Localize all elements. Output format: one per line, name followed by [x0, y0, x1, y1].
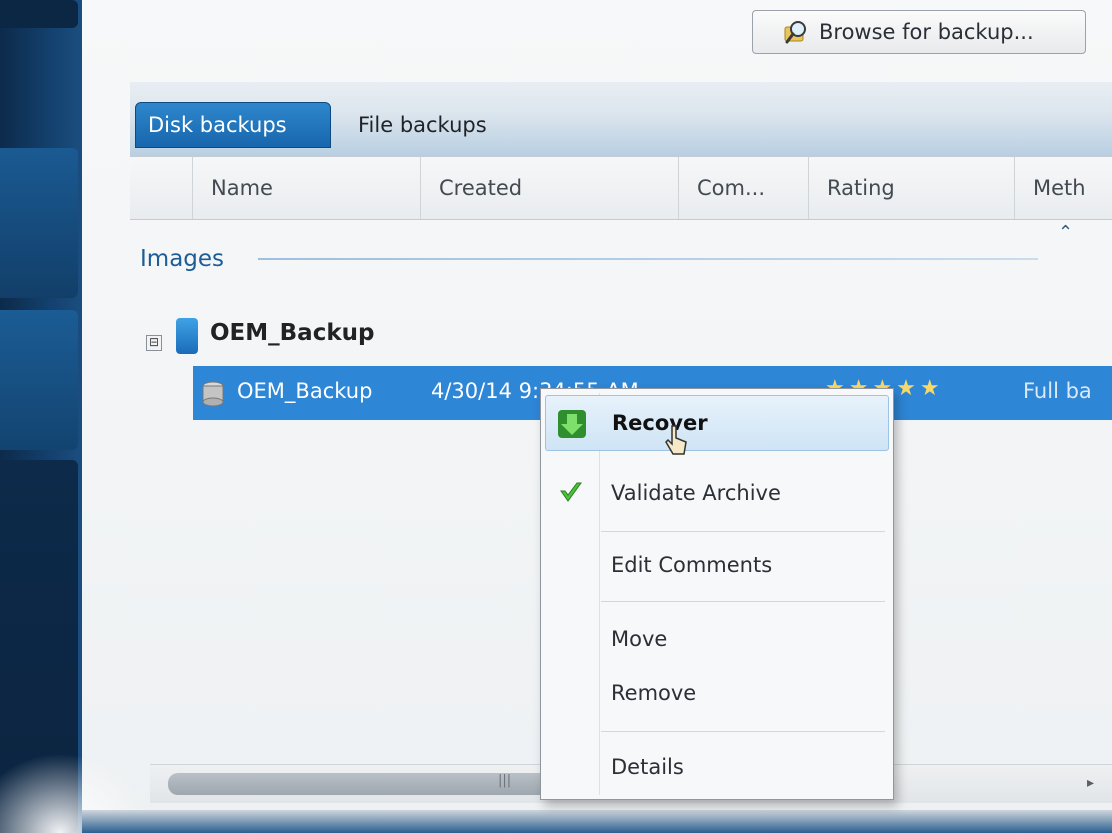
- menu-item-label: Remove: [611, 681, 697, 705]
- green-checkmark-icon: [560, 482, 582, 502]
- context-menu: Recover Validate Archive Edit Comments M…: [540, 388, 894, 800]
- menu-separator: [601, 601, 885, 602]
- tree-parent-label[interactable]: OEM_Backup: [210, 320, 374, 346]
- menu-item-recover[interactable]: Recover: [545, 395, 889, 451]
- tree-toggle-icon[interactable]: ⊟: [146, 335, 162, 351]
- menu-item-label: Details: [611, 755, 684, 779]
- menu-item-label: Move: [611, 627, 668, 651]
- disk-backup-icon: [202, 381, 224, 407]
- menu-item-edit-comments[interactable]: Edit Comments: [545, 537, 889, 593]
- tab-file-backups[interactable]: File backups: [358, 102, 558, 148]
- column-header-comments[interactable]: Com...: [678, 157, 808, 219]
- menu-item-move[interactable]: Move: [545, 611, 889, 667]
- sidebar-panel-2[interactable]: [0, 310, 78, 450]
- menu-item-label: Recover: [612, 411, 708, 435]
- group-label-images: Images: [140, 246, 225, 272]
- menu-item-remove[interactable]: Remove: [545, 665, 889, 721]
- hand-pointer-cursor-icon: [665, 425, 687, 455]
- left-sidebar: [0, 0, 82, 833]
- menu-item-details[interactable]: Details: [545, 739, 889, 795]
- column-header-method[interactable]: Meth: [1014, 157, 1112, 219]
- scrollbar-grip-icon: |||: [498, 773, 512, 788]
- column-header-row: Name Created Com... Rating Meth: [130, 156, 1112, 220]
- green-down-arrow-icon: [558, 410, 586, 438]
- collapse-group-icon[interactable]: ⌃: [1058, 222, 1073, 243]
- backup-manager-window: Browse for backup... Disk backups File b…: [0, 0, 1112, 833]
- browse-for-backup-button[interactable]: Browse for backup...: [752, 10, 1086, 54]
- tab-strip: Disk backups File backups: [130, 82, 1112, 156]
- menu-item-validate-archive[interactable]: Validate Archive: [545, 465, 889, 521]
- browse-button-label: Browse for backup...: [819, 20, 1034, 44]
- scroll-right-arrow-icon[interactable]: ▸: [1087, 775, 1094, 791]
- backup-archive-icon: [176, 318, 198, 354]
- column-header-name[interactable]: Name: [192, 157, 420, 219]
- menu-icon-gutter: [599, 393, 600, 795]
- group-divider: [258, 258, 1038, 260]
- row-method: Full ba: [1023, 379, 1092, 403]
- menu-item-label: Validate Archive: [611, 481, 781, 505]
- magnifier-folder-icon: [784, 21, 806, 44]
- column-header-select[interactable]: [130, 157, 192, 219]
- menu-item-label: Edit Comments: [611, 553, 773, 577]
- menu-separator: [601, 731, 885, 732]
- bottom-edge: [82, 810, 1112, 833]
- sidebar-panel-top[interactable]: [0, 0, 78, 28]
- column-header-created[interactable]: Created: [420, 157, 678, 219]
- menu-separator: [601, 531, 885, 532]
- sidebar-panel-1[interactable]: [0, 148, 78, 298]
- column-header-rating[interactable]: Rating: [808, 157, 1014, 219]
- tab-disk-backups[interactable]: Disk backups: [135, 102, 331, 148]
- row-name: OEM_Backup: [237, 379, 373, 403]
